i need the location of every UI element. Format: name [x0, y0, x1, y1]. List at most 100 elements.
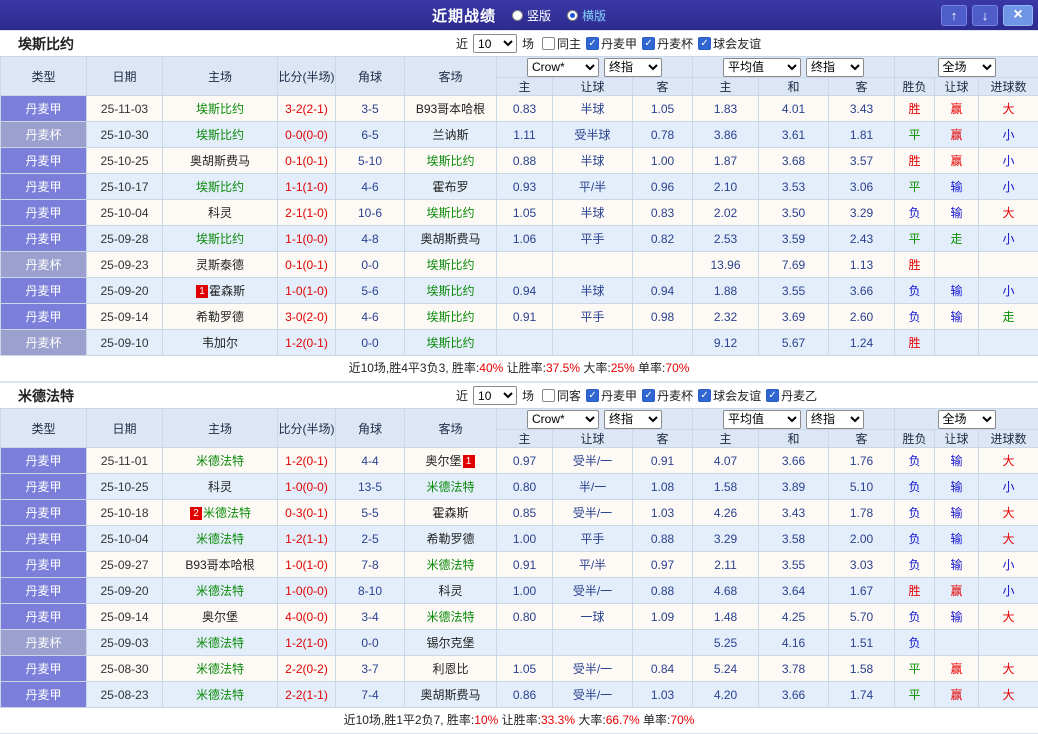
final-index-select-2[interactable]: 终指	[806, 58, 864, 77]
bookmaker-select[interactable]: Crow*	[527, 58, 599, 77]
final-index-select[interactable]: 终指	[604, 58, 662, 77]
team-link[interactable]: 埃斯比约	[196, 128, 244, 142]
match-count-select[interactable]: 10	[473, 386, 517, 405]
team-link[interactable]: 霍布罗	[432, 180, 468, 194]
team-link[interactable]: 米德法特	[196, 454, 244, 468]
final-index-select[interactable]: 终指	[604, 410, 662, 429]
average-value-select[interactable]: 平均值	[723, 410, 801, 429]
score-cell: 0-0(0-0)	[278, 122, 336, 148]
checkbox-icon[interactable]: ✓	[642, 37, 655, 50]
result-cell: 平	[895, 656, 935, 682]
team-link[interactable]: 希勒罗德	[196, 310, 244, 324]
team-link[interactable]: 奥胡斯费马	[420, 688, 480, 702]
handicap-line-cell: 受半/一	[553, 500, 633, 526]
team-link[interactable]: 锡尔克堡	[426, 636, 474, 650]
final-index-select-2[interactable]: 终指	[806, 410, 864, 429]
team-link[interactable]: 科灵	[438, 584, 462, 598]
team-link[interactable]: 灵斯泰德	[196, 258, 244, 272]
checkbox-icon[interactable]: ✓	[586, 389, 599, 402]
checkbox-icon[interactable]	[542, 389, 555, 402]
scroll-up-button[interactable]: ↑	[941, 5, 967, 26]
team-link[interactable]: 米德法特	[426, 480, 474, 494]
checkbox-icon[interactable]: ✓	[698, 37, 711, 50]
team-link[interactable]: 兰讷斯	[432, 128, 468, 142]
checkbox-icon[interactable]: ✓	[766, 389, 779, 402]
league-type-cell: 丹麦甲	[1, 448, 87, 474]
team-link[interactable]: 霍森斯	[432, 506, 468, 520]
team-link[interactable]: 奥尔堡	[425, 454, 461, 468]
team-link[interactable]: B93哥本哈根	[185, 558, 254, 572]
result-cell: 胜	[895, 252, 935, 278]
scroll-down-button[interactable]: ↓	[972, 5, 998, 26]
goals-result-cell: 大	[979, 500, 1038, 526]
team-link[interactable]: 科灵	[208, 480, 232, 494]
team-link[interactable]: 米德法特	[196, 688, 244, 702]
match-count-select[interactable]: 10	[473, 34, 517, 53]
checkbox-icon[interactable]: ✓	[586, 37, 599, 50]
team-link[interactable]: 科灵	[208, 206, 232, 220]
odds-home-cell: 1.87	[693, 148, 759, 174]
team-link[interactable]: 埃斯比约	[196, 180, 244, 194]
team-link[interactable]: 埃斯比约	[426, 336, 474, 350]
checkbox-icon[interactable]: ✓	[642, 389, 655, 402]
bookmaker-select[interactable]: Crow*	[527, 410, 599, 429]
team-link[interactable]: 米德法特	[203, 506, 251, 520]
checkbox-icon[interactable]: ✓	[698, 389, 711, 402]
handicap-home-cell: 0.88	[497, 148, 553, 174]
team-link[interactable]: 韦加尔	[202, 336, 238, 350]
handicap-selects-cell: Crow* 终指	[497, 57, 693, 78]
team-link[interactable]: 希勒罗德	[426, 532, 474, 546]
team-link[interactable]: 米德法特	[426, 558, 474, 572]
filter-checkbox-同客[interactable]: 同客	[542, 387, 581, 404]
team-link[interactable]: 埃斯比约	[426, 154, 474, 168]
filter-checkbox-丹麦杯[interactable]: ✓丹麦杯	[642, 387, 693, 404]
team-link[interactable]: 米德法特	[196, 662, 244, 676]
match-scope-select[interactable]: 全场	[938, 58, 996, 77]
team-link[interactable]: 埃斯比约	[196, 102, 244, 116]
checkbox-icon[interactable]	[542, 37, 555, 50]
team-link[interactable]: 米德法特	[196, 532, 244, 546]
odds-home-cell: 4.68	[693, 578, 759, 604]
filter-checkbox-球会友谊[interactable]: ✓球会友谊	[698, 35, 761, 52]
average-value-select[interactable]: 平均值	[723, 58, 801, 77]
radio-label: 横版	[582, 7, 606, 24]
filter-checkbox-同主[interactable]: 同主	[542, 35, 581, 52]
filter-checkbox-丹麦甲[interactable]: ✓丹麦甲	[586, 35, 637, 52]
team-link[interactable]: 奥尔堡	[202, 610, 238, 624]
odds-home-cell: 1.48	[693, 604, 759, 630]
close-button[interactable]: ×	[1003, 5, 1033, 26]
goals-result-cell: 小	[979, 278, 1038, 304]
team-link[interactable]: 奥胡斯费马	[420, 232, 480, 246]
team-link[interactable]: 埃斯比约	[426, 284, 474, 298]
filter-checkbox-丹麦杯[interactable]: ✓丹麦杯	[642, 35, 693, 52]
handicap-away-cell: 0.82	[633, 226, 693, 252]
filter-checkbox-球会友谊[interactable]: ✓球会友谊	[698, 387, 761, 404]
team-link[interactable]: 米德法特	[196, 584, 244, 598]
team-link[interactable]: 奥胡斯费马	[190, 154, 250, 168]
filter-checkbox-丹麦甲[interactable]: ✓丹麦甲	[586, 387, 637, 404]
handicap-away-cell: 1.08	[633, 474, 693, 500]
odds-home-cell: 2.11	[693, 552, 759, 578]
odds-away-cell: 1.51	[829, 630, 895, 656]
team-link[interactable]: 利恩比	[432, 662, 468, 676]
team-link[interactable]: 米德法特	[196, 636, 244, 650]
handicap-home-cell: 0.93	[497, 174, 553, 200]
away-team-cell: B93哥本哈根	[405, 96, 497, 122]
filter-checkbox-丹麦乙[interactable]: ✓丹麦乙	[766, 387, 817, 404]
goals-result-cell: 大	[979, 96, 1038, 122]
handicap-home-cell: 0.80	[497, 604, 553, 630]
layout-radio-horizontal[interactable]: 横版	[567, 7, 606, 24]
team-link[interactable]: 埃斯比约	[196, 232, 244, 246]
team-link[interactable]: B93哥本哈根	[416, 102, 485, 116]
team-link[interactable]: 霍森斯	[209, 284, 245, 298]
team-link[interactable]: 埃斯比约	[426, 258, 474, 272]
team-link[interactable]: 埃斯比约	[426, 310, 474, 324]
team-link[interactable]: 米德法特	[426, 610, 474, 624]
layout-radio-vertical[interactable]: 竖版	[512, 7, 551, 24]
match-scope-select[interactable]: 全场	[938, 410, 996, 429]
handicap-home-cell: 0.85	[497, 500, 553, 526]
team-link[interactable]: 埃斯比约	[426, 206, 474, 220]
away-team-cell: 埃斯比约	[405, 148, 497, 174]
col-handicap-away-header: 客	[633, 430, 693, 448]
handicap-home-cell: 1.11	[497, 122, 553, 148]
